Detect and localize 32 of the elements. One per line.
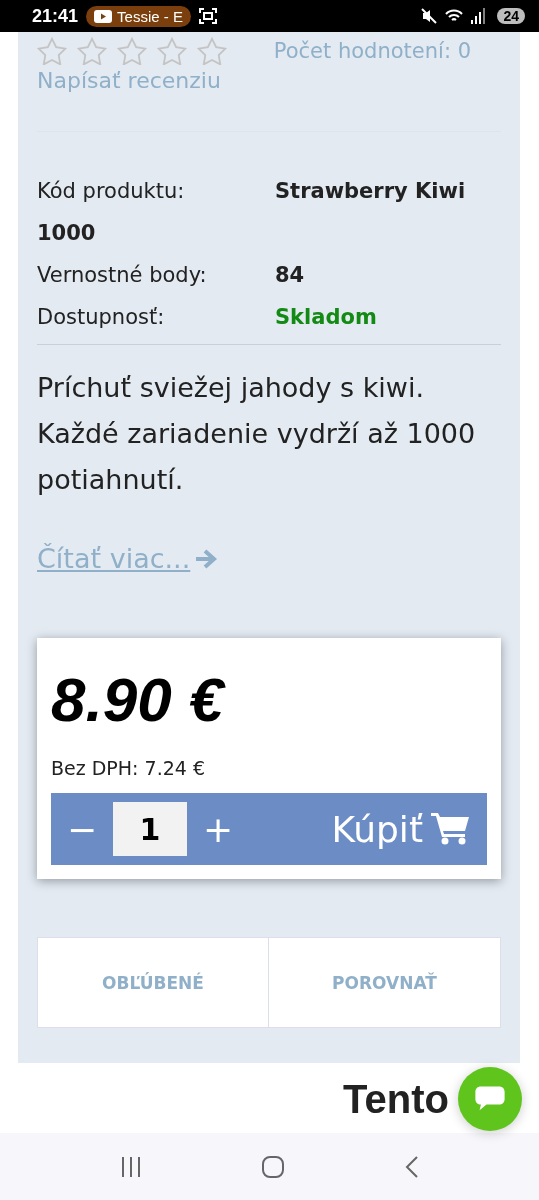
price: 8.90 € (51, 664, 227, 735)
net-price: Bez DPH: 7.24 € (51, 757, 206, 779)
star-icon (117, 37, 147, 65)
star-icon (77, 37, 107, 65)
screenshot-icon (198, 8, 217, 24)
recent-apps-icon[interactable] (120, 1155, 143, 1178)
clock: 21:41 (32, 5, 79, 27)
write-review-link[interactable]: Napísať recenziu (37, 68, 501, 93)
product-description: Príchuť sviežej jahody s kiwi. Každé zariadenie vydrží až 1000 potiahnutí. (37, 371, 477, 497)
play-icon (94, 9, 113, 23)
back-icon[interactable] (404, 1155, 419, 1178)
wifi-icon (445, 8, 464, 24)
increase-button[interactable]: + (203, 808, 233, 850)
read-more-link[interactable]: Čítať viac... (37, 543, 219, 574)
decrease-button[interactable]: − (67, 808, 97, 850)
arrow-right-icon (194, 547, 219, 570)
section-heading: Tento (343, 1077, 449, 1122)
detail-row-text: Kód produktu: Strawberry Kiwi 1000 (37, 178, 467, 247)
star-icon (37, 37, 67, 65)
media-pill[interactable]: Tessie - E (86, 5, 191, 27)
home-icon[interactable] (262, 1155, 285, 1178)
cart-icon (431, 813, 469, 845)
signal-icon (471, 8, 486, 24)
battery-level: 24 (497, 8, 525, 24)
detail-row-text: Vernostné body: 84 (37, 262, 306, 289)
quantity-field[interactable]: 1 (113, 802, 187, 856)
mute-icon (421, 8, 438, 24)
buy-button[interactable]: Kúpiť (331, 808, 469, 850)
star-icon (157, 37, 187, 65)
detail-row-text: Dostupnosť: Skladom (37, 304, 378, 331)
star-icon (197, 37, 227, 65)
rating-count: Počet hodnotení: 0 (273, 39, 471, 63)
